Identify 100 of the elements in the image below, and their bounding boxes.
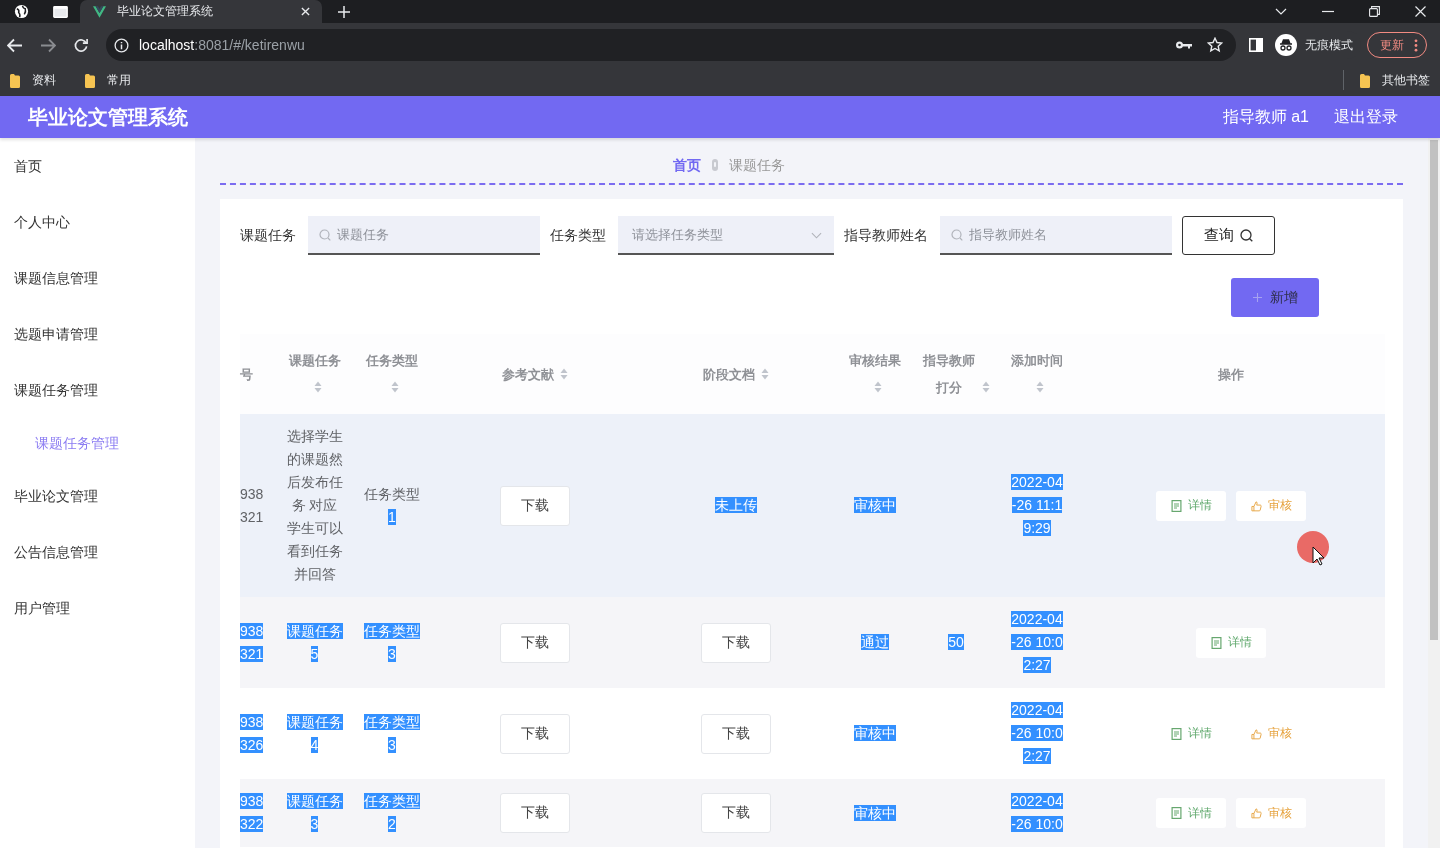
bookmark-item[interactable]: 其他书签: [1350, 70, 1438, 91]
document-icon: [1170, 499, 1182, 512]
table-cell-text: 通过: [861, 633, 889, 652]
table-cell-text: 2022-04-26 10:02:27: [1010, 701, 1064, 766]
search-icon: [1240, 229, 1253, 242]
table-cell-text: 938322: [240, 792, 265, 834]
table-cell-text: 50: [948, 633, 964, 652]
menu-item[interactable]: 选题申请管理: [0, 306, 195, 362]
table-cell-text: 课题任务4: [285, 712, 344, 755]
search-icon: [319, 229, 331, 241]
download-button[interactable]: 下载: [499, 793, 570, 833]
table-cell-text: 选择学生的课题然后发布任务 对应学生可以看到任务并回答: [285, 427, 344, 584]
menu-item[interactable]: 课题信息管理: [0, 250, 195, 306]
menu-item[interactable]: 毕业论文管理: [0, 468, 195, 524]
table-cell-text: 2022-04-26 10:02:27: [1010, 610, 1064, 675]
thumbs-up-icon: [1250, 807, 1262, 819]
folder-icon: [1360, 73, 1370, 88]
document-icon: [1210, 636, 1222, 649]
browser-tab[interactable]: 毕业论文管理系统: [80, 0, 322, 23]
cursor-icon: [1296, 530, 1330, 568]
separator-icon: [710, 158, 720, 172]
address-bar[interactable]: localhost:8081/#/ketirenwu: [106, 29, 1236, 61]
bookmark-item[interactable]: 资料: [0, 70, 64, 91]
column-header: 阶段文档: [703, 365, 755, 384]
download-button[interactable]: 下载: [701, 793, 771, 833]
menu-item[interactable]: 公告信息管理: [0, 524, 195, 580]
table-cell-text: 审核中: [854, 803, 896, 823]
search-button[interactable]: 查询: [1182, 216, 1275, 255]
scrollbar-thumb[interactable]: [1430, 140, 1438, 640]
update-button[interactable]: 更新: [1367, 32, 1427, 58]
document-icon: [1170, 807, 1182, 819]
download-button[interactable]: 下载: [499, 713, 570, 754]
download-button[interactable]: 下载: [499, 622, 570, 663]
folder-icon: [10, 73, 20, 88]
search-field[interactable]: 指导教师姓名: [940, 216, 1172, 255]
window-icon[interactable]: [53, 5, 68, 18]
globe-icon[interactable]: [14, 4, 29, 19]
key-icon[interactable]: [1175, 40, 1193, 50]
field-label: 任务类型: [550, 226, 606, 245]
back-arrow-icon[interactable]: [7, 37, 23, 53]
download-button[interactable]: 下载: [701, 622, 771, 663]
column-header: 参考文献: [501, 365, 554, 384]
menu-item[interactable]: 首页: [0, 138, 195, 194]
menu-item[interactable]: 课题任务管理: [0, 362, 195, 418]
table-cell-text: 任务类型3: [363, 621, 421, 664]
table-cell-text: 2022-04-26 11:19:29: [1010, 473, 1064, 538]
search-field[interactable]: 课题任务: [308, 216, 540, 255]
url-text: localhost:8081/#/ketirenwu: [139, 37, 305, 53]
tab-title: 毕业论文管理系统: [117, 3, 214, 20]
close-icon[interactable]: [1415, 6, 1426, 17]
close-icon[interactable]: [301, 7, 310, 16]
column-header: 课题任务: [288, 352, 341, 370]
minimize-icon[interactable]: [1322, 8, 1334, 15]
table-cell-text: 938321: [240, 484, 265, 527]
incognito-icon: [1275, 34, 1297, 56]
select-field[interactable]: 请选择任务类型: [618, 216, 834, 255]
kebab-menu-icon: [1414, 38, 1418, 52]
column-header: 指导教师打分: [922, 352, 976, 397]
app-title: 毕业论文管理系统: [28, 104, 188, 130]
chevron-down-icon: [811, 232, 822, 239]
star-icon[interactable]: [1207, 37, 1223, 53]
bookmark-item[interactable]: 常用: [75, 70, 139, 91]
user-name: 指导教师 a1: [1222, 106, 1309, 127]
table-cell-text: 课题任务3: [285, 792, 344, 834]
table-cell-text: 938321: [240, 621, 265, 664]
table-cell-text: 任务类型 1: [363, 484, 421, 527]
table-cell-text: 审核中: [854, 724, 896, 743]
plus-icon[interactable]: [338, 5, 350, 18]
table-cell-text: 938326: [240, 712, 265, 755]
table-cell-text: 任务类型3: [363, 712, 421, 755]
document-icon: [1170, 727, 1182, 740]
restore-icon[interactable]: [1369, 6, 1380, 17]
breadcrumb-link[interactable]: 首页: [673, 157, 701, 173]
logo-icon: [93, 5, 106, 18]
logout-link[interactable]: 退出登录: [1334, 106, 1398, 128]
submenu-item[interactable]: 课题任务管理: [0, 418, 195, 468]
table-cell-text: 课题任务5: [285, 621, 344, 664]
column-header: 添加时间: [1011, 352, 1063, 370]
table-cell-text: 未上传: [715, 496, 757, 515]
column-header: 任务类型: [366, 352, 418, 370]
plus-icon: [1252, 293, 1262, 302]
column-header: 审核结果: [849, 352, 901, 370]
info-icon[interactable]: [114, 37, 129, 53]
chevron-down-icon[interactable]: [1275, 8, 1287, 15]
search-icon: [951, 229, 963, 241]
side-panel-icon[interactable]: [1249, 38, 1263, 52]
column-header: 号: [240, 365, 253, 384]
menu-item[interactable]: 用户管理: [0, 580, 195, 636]
folder-icon: [85, 73, 95, 88]
forward-arrow-icon[interactable]: [40, 37, 56, 53]
download-button[interactable]: 下载: [701, 713, 771, 754]
thumbs-up-icon: [1250, 499, 1262, 512]
table-cell-text: 任务类型2: [363, 792, 421, 834]
menu-item[interactable]: 个人中心: [0, 194, 195, 250]
field-label: 指导教师姓名: [844, 226, 928, 245]
reload-icon[interactable]: [73, 37, 89, 53]
table-cell-text: 审核中: [854, 496, 896, 515]
column-header: 操作: [1218, 365, 1244, 384]
thumbs-up-icon: [1250, 727, 1262, 740]
download-button[interactable]: 下载: [499, 485, 570, 526]
